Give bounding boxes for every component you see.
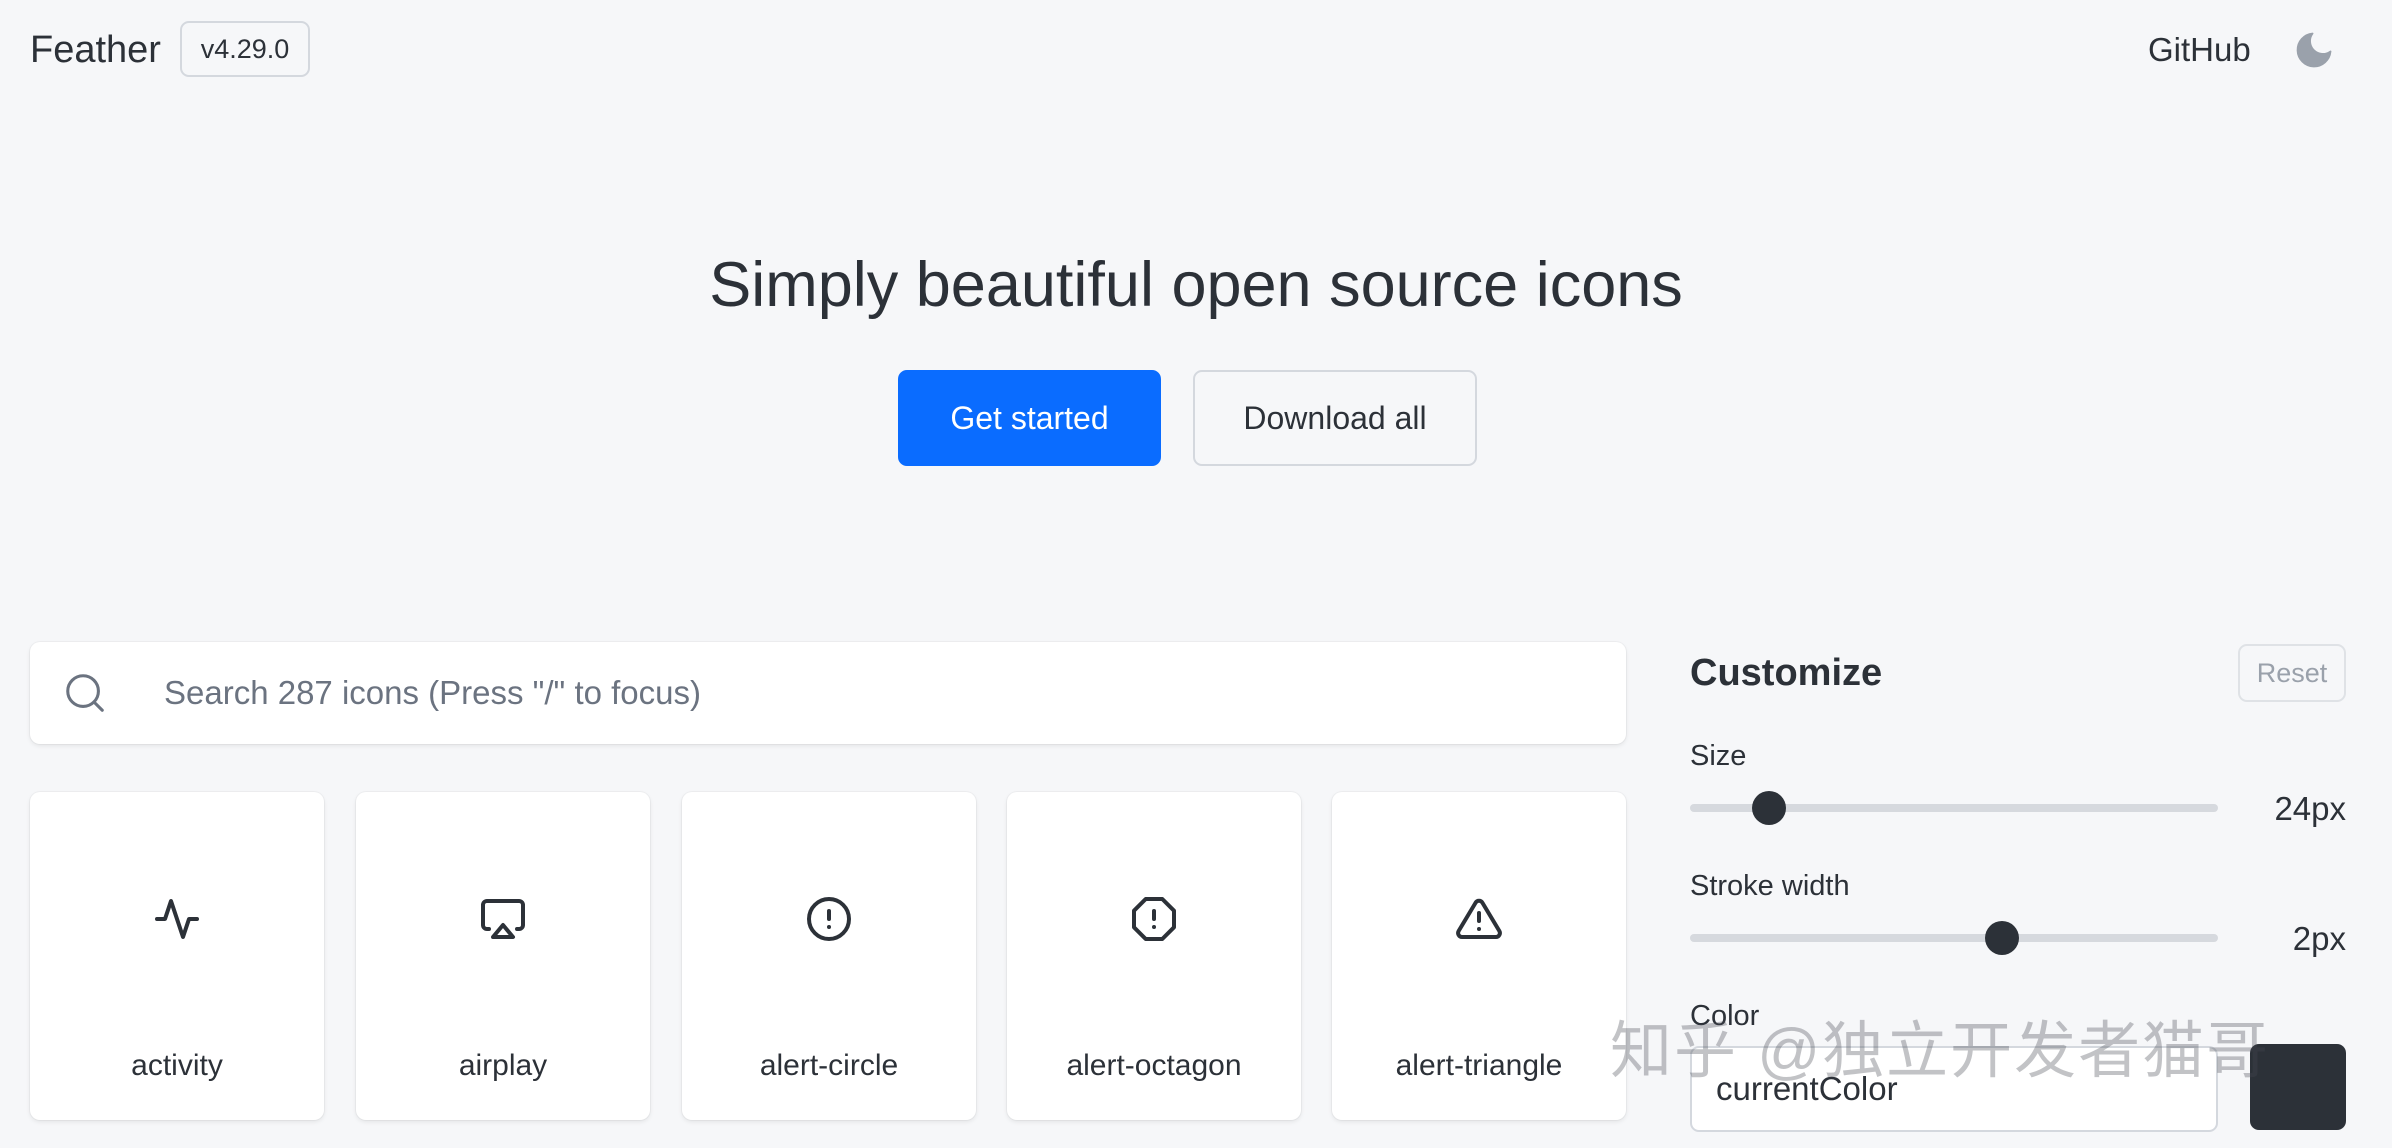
search-input[interactable] xyxy=(132,642,1602,744)
icon-card-label: alert-octagon xyxy=(1066,1049,1242,1082)
hero-title: Simply beautiful open source icons xyxy=(709,250,1683,320)
size-value: 24px xyxy=(2274,790,2346,827)
size-label: Size xyxy=(1690,740,1747,772)
color-input[interactable] xyxy=(1690,1046,2218,1132)
theme-toggle-button[interactable] xyxy=(2290,26,2338,74)
stroke-width-slider[interactable] xyxy=(1690,921,2218,955)
customize-title: Customize xyxy=(1690,652,1883,694)
search-icon xyxy=(66,674,104,712)
download-all-button[interactable]: Download all xyxy=(1193,370,1477,466)
alert-triangle-icon xyxy=(1456,898,1502,939)
reset-button[interactable]: Reset xyxy=(2238,644,2346,702)
brand-logo[interactable]: Feather xyxy=(30,24,161,76)
stroke-width-label: Stroke width xyxy=(1690,870,1850,902)
icon-card-alert-circle[interactable]: alert-circle xyxy=(682,792,976,1120)
stroke-width-value: 2px xyxy=(2292,920,2346,957)
moon-icon xyxy=(2296,32,2332,68)
icon-card-label: alert-triangle xyxy=(1395,1049,1563,1082)
icon-card-alert-triangle[interactable]: alert-triangle xyxy=(1332,792,1626,1120)
icon-card-airplay[interactable]: airplay xyxy=(356,792,650,1120)
icon-card-alert-octagon[interactable]: alert-octagon xyxy=(1007,792,1301,1120)
alert-octagon-icon xyxy=(1132,897,1176,941)
stroke-width-slider-thumb[interactable] xyxy=(1984,921,2019,955)
color-swatch-button[interactable] xyxy=(2250,1044,2346,1130)
get-started-button[interactable]: Get started xyxy=(898,370,1161,466)
color-label: Color xyxy=(1690,1000,1760,1032)
icon-card-label: airplay xyxy=(458,1049,548,1082)
activity-icon xyxy=(155,899,199,939)
size-slider[interactable] xyxy=(1690,791,2218,825)
github-link[interactable]: GitHub xyxy=(2148,24,2251,76)
size-slider-thumb[interactable] xyxy=(1752,791,1787,825)
icon-card-label: alert-circle xyxy=(759,1049,899,1082)
icon-card-label: activity xyxy=(131,1049,223,1082)
search-box xyxy=(30,642,1626,744)
alert-circle-icon xyxy=(807,897,851,941)
icon-card-activity[interactable]: activity xyxy=(30,792,324,1120)
version-badge: v4.29.0 xyxy=(180,21,310,77)
airplay-icon xyxy=(481,899,525,939)
